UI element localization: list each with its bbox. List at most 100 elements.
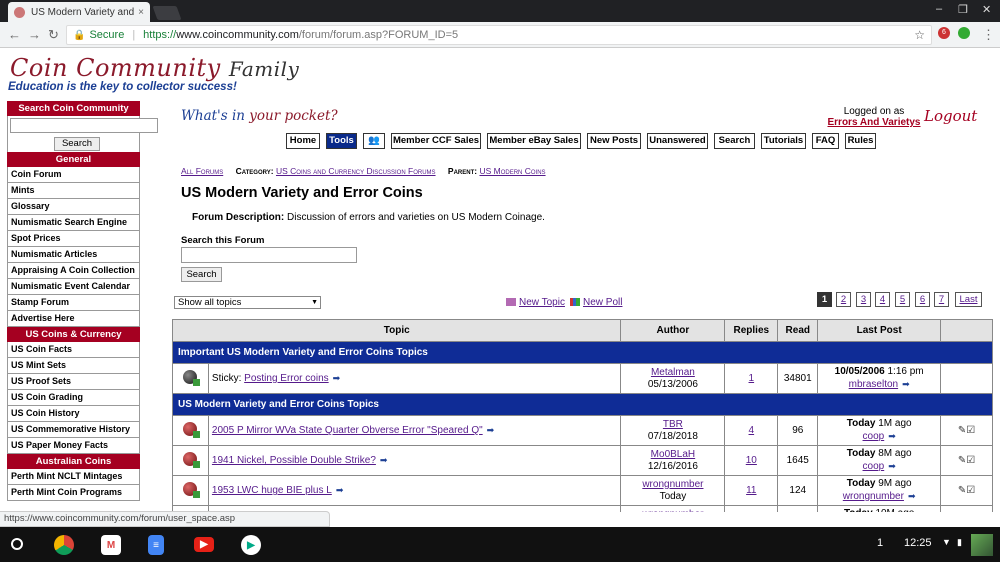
breadcrumb-parent[interactable]: US Modern Coins	[479, 166, 545, 176]
nav-button-member-ccf-sales[interactable]: Member CCF Sales	[391, 133, 481, 149]
launcher-icon[interactable]	[11, 538, 23, 550]
last-post-user-link[interactable]: coop	[863, 461, 885, 472]
topic-link[interactable]: 2005 P Mirror WVa State Quarter Obverse …	[212, 425, 483, 436]
author-link[interactable]: TBR	[621, 419, 724, 431]
bookmark-star-icon[interactable]: ☆	[914, 28, 925, 42]
author-link[interactable]: Mo0BLaH	[621, 449, 724, 461]
sidebar-item[interactable]: Spot Prices	[7, 231, 140, 247]
avatar[interactable]	[971, 534, 993, 556]
author-link[interactable]: Metalman	[621, 367, 724, 379]
nav-button-faq[interactable]: FAQ	[812, 133, 839, 149]
replies-link[interactable]: 11	[746, 485, 756, 496]
forum-search-button[interactable]: Search	[181, 267, 222, 282]
sidebar-search-input[interactable]	[10, 118, 158, 133]
goto-arrow-icon[interactable]: ➡	[908, 491, 916, 501]
goto-arrow-icon[interactable]: ➡	[380, 455, 388, 465]
page-button[interactable]: Last	[955, 292, 982, 307]
goto-arrow-icon[interactable]: ➡	[336, 485, 344, 495]
sidebar-item[interactable]: US Paper Money Facts	[7, 438, 140, 454]
extension-icon[interactable]	[958, 27, 970, 39]
forward-icon[interactable]: →	[28, 27, 41, 42]
sidebar-item[interactable]: US Coin Grading	[7, 390, 140, 406]
replies-link[interactable]: 10	[746, 455, 757, 466]
sidebar-item[interactable]: Numismatic Event Calendar	[7, 279, 140, 295]
reload-icon[interactable]: ↻	[48, 27, 59, 43]
sidebar-item[interactable]: Glossary	[7, 199, 140, 215]
new-tab-button[interactable]	[152, 6, 182, 20]
edit-actions-icon[interactable]: ✎☑	[940, 505, 993, 512]
breadcrumb-category[interactable]: US Coins and Currency Discussion Forums	[276, 166, 436, 176]
nav-button-home[interactable]: Home	[286, 133, 320, 149]
last-post-user-link[interactable]: wrongnumber	[843, 491, 904, 502]
sidebar-item[interactable]: Stamp Forum	[7, 295, 140, 311]
nav-button-search[interactable]: Search	[714, 133, 755, 149]
tab-close-icon[interactable]: ×	[138, 7, 144, 18]
breadcrumb-all-forums[interactable]: All Forums	[181, 166, 223, 176]
author-link[interactable]: wrongnumber	[621, 509, 724, 513]
topic-link[interactable]: 1941 Nickel, Possible Double Strike?	[212, 455, 376, 466]
sidebar-search-button[interactable]: Search	[54, 137, 100, 151]
nav-button-new-posts[interactable]: New Posts	[587, 133, 641, 149]
new-poll-link[interactable]: New Poll	[570, 297, 622, 308]
battery-icon[interactable]: ▮	[957, 537, 962, 548]
logout-link[interactable]: Logout	[924, 107, 977, 125]
sidebar-item[interactable]: US Coin Facts	[7, 342, 140, 358]
url-input[interactable]: 🔒 Secure | https:// www.coincommunity.co…	[66, 25, 932, 45]
edit-actions-icon[interactable]: ✎☑	[940, 415, 993, 446]
sidebar-item[interactable]: US Mint Sets	[7, 358, 140, 374]
menu-icon[interactable]: ⋮	[982, 27, 995, 43]
page-button[interactable]: 6	[915, 292, 930, 307]
edit-actions-icon[interactable]: ✎☑	[940, 475, 993, 506]
sidebar-item[interactable]: Perth Mint NCLT Mintages	[7, 469, 140, 485]
pocket-banner[interactable]: What's in your pocket?	[181, 108, 338, 124]
topic-link[interactable]: Posting Error coins	[244, 373, 328, 384]
clock[interactable]: 12:25	[904, 537, 932, 549]
extension-badge-icon[interactable]: 6	[938, 27, 950, 39]
edit-actions-icon[interactable]: ✎☑	[940, 445, 993, 476]
wifi-icon[interactable]: ▼	[942, 537, 951, 547]
goto-arrow-icon[interactable]: ➡	[487, 425, 495, 435]
replies-link[interactable]: 4	[749, 425, 755, 436]
sidebar-item[interactable]: Numismatic Search Engine	[7, 215, 140, 231]
page-button[interactable]: 5	[895, 292, 910, 307]
minimize-icon[interactable]: –	[936, 3, 942, 15]
close-window-icon[interactable]: ✕	[982, 3, 991, 16]
new-topic-link[interactable]: New Topic	[506, 297, 565, 308]
nav-button-members[interactable]: 👥	[363, 133, 385, 149]
sidebar-item[interactable]: Coin Forum	[7, 167, 140, 183]
nav-button-unanswered[interactable]: Unanswered	[647, 133, 708, 149]
sidebar-item[interactable]: Advertise Here	[7, 311, 140, 327]
nav-button-rules[interactable]: Rules	[845, 133, 876, 149]
sidebar-item[interactable]: US Coin History	[7, 406, 140, 422]
gmail-app-icon[interactable]: M	[101, 535, 121, 555]
sidebar-item[interactable]: Appraising A Coin Collection	[7, 263, 140, 279]
maximize-icon[interactable]: ❐	[958, 3, 968, 16]
site-logo[interactable]: Coin Community Family	[10, 54, 299, 82]
back-icon[interactable]: ←	[8, 27, 21, 42]
youtube-app-icon[interactable]: ▶	[194, 537, 214, 552]
sidebar-item[interactable]: Mints	[7, 183, 140, 199]
docs-app-icon[interactable]: ≡	[148, 535, 164, 555]
sidebar-item[interactable]: US Proof Sets	[7, 374, 140, 390]
forum-search-input[interactable]	[181, 247, 357, 263]
goto-arrow-icon[interactable]: ➡	[888, 431, 896, 441]
sidebar-item[interactable]: Numismatic Articles	[7, 247, 140, 263]
page-button[interactable]: 4	[875, 292, 890, 307]
goto-arrow-icon[interactable]: ➡	[888, 461, 896, 471]
play-store-app-icon[interactable]: ▶	[241, 535, 261, 555]
last-post-user-link[interactable]: coop	[863, 431, 885, 442]
nav-button-tutorials[interactable]: Tutorials	[761, 133, 806, 149]
last-post-user-link[interactable]: mbraselton	[849, 379, 898, 390]
chrome-app-icon[interactable]	[54, 535, 74, 555]
username-link[interactable]: Errors And Varietys	[826, 117, 922, 128]
author-link[interactable]: wrongnumber	[621, 479, 724, 491]
topic-filter-select[interactable]: Show all topics ▼	[174, 296, 321, 309]
page-button[interactable]: 2	[836, 292, 851, 307]
sidebar-item[interactable]: Perth Mint Coin Programs	[7, 485, 140, 501]
goto-arrow-icon[interactable]: ➡	[333, 373, 341, 383]
goto-arrow-icon[interactable]: ➡	[902, 379, 910, 389]
page-button[interactable]: 7	[934, 292, 949, 307]
browser-tab[interactable]: US Modern Variety and E ×	[8, 2, 150, 22]
sidebar-item[interactable]: US Commemorative History	[7, 422, 140, 438]
page-button[interactable]: 1	[817, 292, 832, 307]
